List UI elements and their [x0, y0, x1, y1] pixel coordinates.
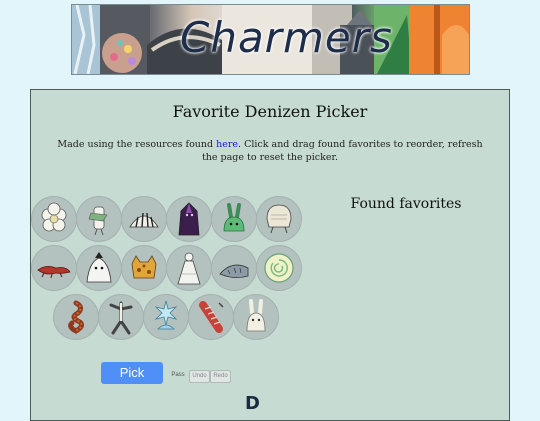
- grey-fish-denizen-icon[interactable]: [211, 245, 257, 291]
- dancing-stick-denizen-icon[interactable]: [98, 294, 144, 340]
- purple-cloak-denizen-icon[interactable]: [166, 196, 212, 242]
- undo-button[interactable]: Undo: [189, 370, 210, 383]
- picker-panel: Favorite Denizen Picker Made using the r…: [30, 89, 510, 421]
- banner-title: Charmers: [180, 13, 393, 62]
- hooded-bag-denizen-icon[interactable]: [256, 196, 302, 242]
- spiral-shell-denizen-icon[interactable]: [256, 245, 302, 291]
- pass-button[interactable]: Pass: [169, 370, 187, 381]
- partial-heading-glyph: D: [245, 393, 260, 414]
- pick-button[interactable]: Pick: [101, 362, 163, 384]
- striped-shell-denizen-icon[interactable]: [121, 196, 167, 242]
- coiled-worm-denizen-icon[interactable]: [53, 294, 99, 340]
- red-lizard-denizen-icon[interactable]: [31, 245, 77, 291]
- redo-button[interactable]: Redo: [210, 370, 231, 383]
- charmers-banner: Charmers: [71, 4, 470, 75]
- red-striped-denizen-icon[interactable]: [188, 294, 234, 340]
- scarf-figure-denizen-icon[interactable]: [76, 196, 122, 242]
- resources-link[interactable]: here: [216, 139, 238, 150]
- found-favorites-heading: Found favorites: [350, 196, 462, 212]
- blue-sprite-denizen-icon[interactable]: [143, 294, 189, 340]
- white-ghost-denizen-icon[interactable]: [76, 245, 122, 291]
- green-rabbit-denizen-icon[interactable]: [211, 196, 257, 242]
- white-rabbit-denizen-icon[interactable]: [233, 294, 279, 340]
- spotted-cat-denizen-icon[interactable]: [121, 245, 167, 291]
- instructions-after: . Click and drag found favorites to reor…: [201, 139, 483, 163]
- instructions-before: Made using the resources found: [57, 139, 217, 150]
- white-dress-denizen-icon[interactable]: [166, 245, 212, 291]
- instructions-text: Made using the resources found here. Cli…: [55, 138, 485, 164]
- white-flower-denizen-icon[interactable]: [31, 196, 77, 242]
- page-title: Favorite Denizen Picker: [172, 102, 368, 121]
